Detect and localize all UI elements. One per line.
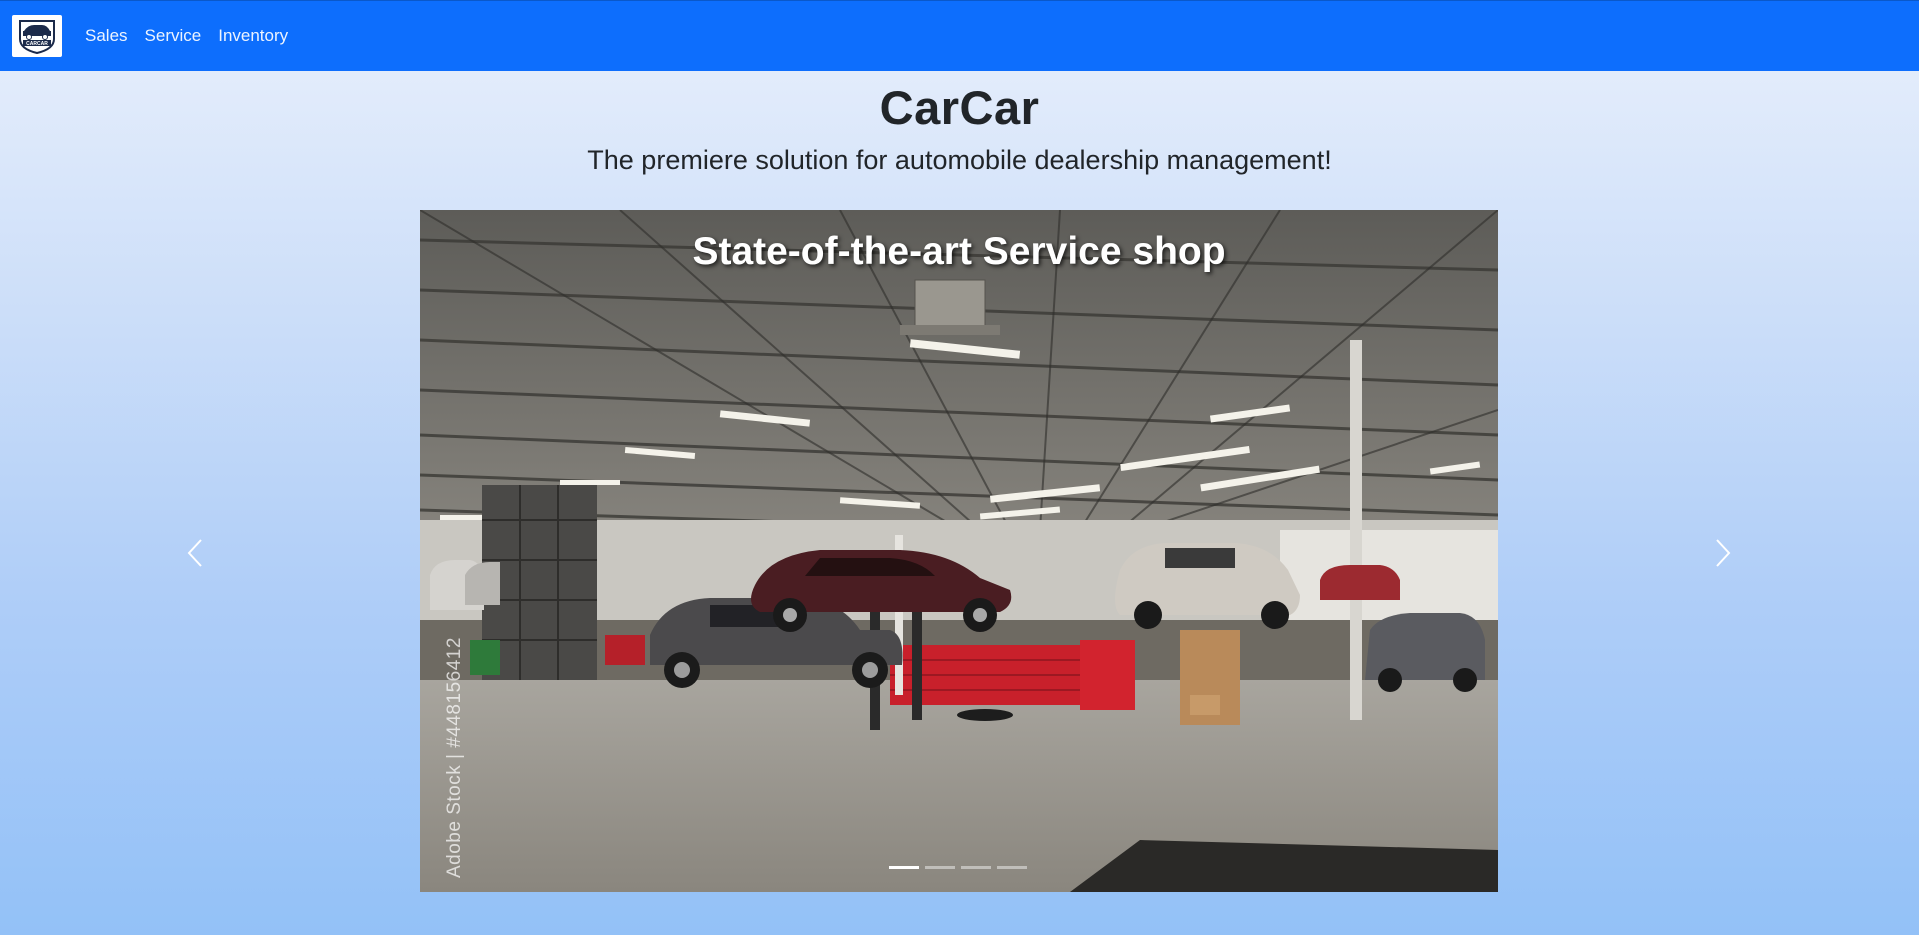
- chevron-left-icon: [187, 539, 202, 567]
- svg-text:CARCAR: CARCAR: [26, 41, 48, 47]
- carousel-indicator-4[interactable]: [997, 862, 1027, 873]
- brand-logo[interactable]: CARCAR: [12, 15, 62, 57]
- car-logo-icon: CARCAR: [19, 20, 55, 55]
- service-shop-image: [420, 210, 1498, 892]
- carousel-indicator-2[interactable]: [925, 862, 955, 873]
- nav-link-inventory[interactable]: Inventory: [218, 26, 288, 46]
- nav-links: Sales Service Inventory: [85, 26, 305, 46]
- carousel-indicators: [889, 862, 1027, 873]
- carousel-indicator-1[interactable]: [889, 862, 919, 873]
- page-title: CarCar: [879, 81, 1040, 134]
- image-carousel: State-of-the-art Service shop Adobe Stoc…: [420, 210, 1498, 892]
- navbar: CARCAR Sales Service Inventory: [0, 0, 1919, 71]
- page-subtitle: The premiere solution for automobile dea…: [587, 145, 1332, 175]
- carousel-caption: State-of-the-art Service shop: [692, 230, 1226, 273]
- carousel-next-button[interactable]: [1705, 535, 1741, 571]
- nav-link-service[interactable]: Service: [145, 26, 202, 46]
- chevron-right-icon: [1716, 539, 1731, 567]
- carousel-indicator-3[interactable]: [961, 862, 991, 873]
- stock-watermark: Adobe Stock | #448156412: [444, 637, 465, 878]
- carousel-prev-button[interactable]: [177, 535, 213, 571]
- nav-link-sales[interactable]: Sales: [85, 26, 128, 46]
